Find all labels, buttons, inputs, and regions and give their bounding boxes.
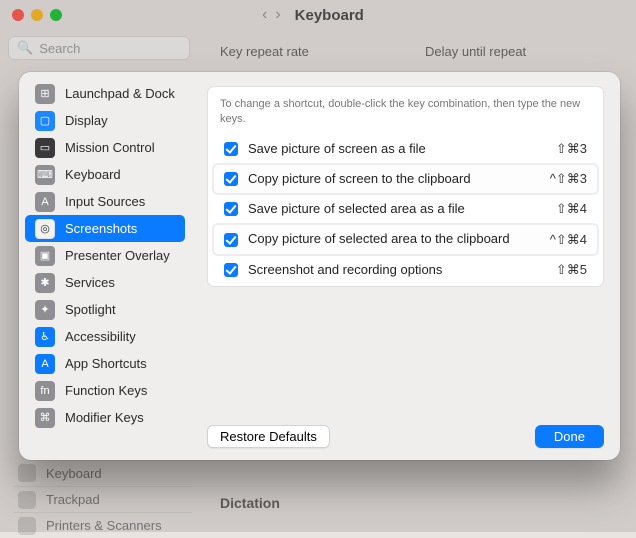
done-button[interactable]: Done	[535, 425, 604, 448]
sidebar-icon: ◎	[35, 219, 55, 239]
sidebar-item-label: Modifier Keys	[65, 410, 144, 425]
sidebar-item-spotlight[interactable]: ✦ Spotlight	[25, 296, 185, 323]
sidebar-icon: ⌘	[35, 408, 55, 428]
checkbox[interactable]	[224, 142, 238, 156]
shortcut-label: Copy picture of selected area to the cli…	[248, 231, 540, 247]
shortcut-keys[interactable]: ^⇧⌘3	[550, 171, 587, 187]
sidebar-item-function-keys[interactable]: fn Function Keys	[25, 377, 185, 404]
shortcut-keys[interactable]: ⇧⌘4	[556, 201, 587, 217]
shortcut-label: Screenshot and recording options	[248, 262, 546, 278]
shortcut-label: Copy picture of screen to the clipboard	[248, 171, 540, 187]
sidebar-icon: ▭	[35, 138, 55, 158]
shortcuts-sheet: ⊞ Launchpad & Dock ▢ Display ▭ Mission Contro…	[19, 72, 620, 460]
sidebar-icon: ♿︎	[35, 327, 55, 347]
sidebar-icon: ▢	[35, 111, 55, 131]
sidebar-item-screenshots[interactable]: ◎ Screenshots	[25, 215, 185, 242]
sidebar-item-label: Services	[65, 275, 115, 290]
sidebar-item-label: Input Sources	[65, 194, 145, 209]
sidebar-item-label: Mission Control	[65, 140, 155, 155]
shortcuts-sidebar: ⊞ Launchpad & Dock ▢ Display ▭ Mission Contro…	[19, 72, 191, 460]
sidebar-icon: ✱	[35, 273, 55, 293]
checkbox[interactable]	[224, 202, 238, 216]
sidebar-item-input-sources[interactable]: A Input Sources	[25, 188, 185, 215]
sidebar-item-label: Presenter Overlay	[65, 248, 170, 263]
sidebar-item-label: App Shortcuts	[65, 356, 147, 371]
sidebar-icon: ⊞	[35, 84, 55, 104]
shortcut-keys[interactable]: ⇧⌘3	[556, 141, 587, 157]
sidebar-item-display[interactable]: ▢ Display	[25, 107, 185, 134]
sidebar-item-label: Launchpad & Dock	[65, 86, 175, 101]
shortcut-keys[interactable]: ⇧⌘5	[556, 262, 587, 278]
sidebar-item-label: Spotlight	[65, 302, 116, 317]
sidebar-item-mission-control[interactable]: ▭ Mission Control	[25, 134, 185, 161]
checkbox[interactable]	[224, 172, 238, 186]
shortcut-label: Save picture of screen as a file	[248, 141, 546, 157]
sidebar-item-services[interactable]: ✱ Services	[25, 269, 185, 296]
sidebar-item-presenter-overlay[interactable]: ▣ Presenter Overlay	[25, 242, 185, 269]
sidebar-item-label: Accessibility	[65, 329, 136, 344]
shortcut-row[interactable]: Screenshot and recording options ⇧⌘5	[220, 256, 591, 284]
checkbox[interactable]	[224, 233, 238, 247]
shortcut-row[interactable]: Save picture of screen as a file ⇧⌘3	[220, 135, 591, 163]
sidebar-item-label: Keyboard	[65, 167, 121, 182]
sidebar-icon: A	[35, 192, 55, 212]
sidebar-item-label: Screenshots	[65, 221, 137, 236]
sidebar-item-label: Display	[65, 113, 108, 128]
sidebar-item-accessibility[interactable]: ♿︎ Accessibility	[25, 323, 185, 350]
sidebar-item-modifier-keys[interactable]: ⌘ Modifier Keys	[25, 404, 185, 431]
shortcuts-panel: To change a shortcut, double-click the k…	[207, 86, 604, 287]
sidebar-icon: ⌨	[35, 165, 55, 185]
sidebar-item-app-shortcuts[interactable]: A App Shortcuts	[25, 350, 185, 377]
sidebar-item-launchpad-dock[interactable]: ⊞ Launchpad & Dock	[25, 80, 185, 107]
shortcut-keys[interactable]: ^⇧⌘4	[550, 232, 587, 248]
shortcut-row[interactable]: Copy picture of selected area to the cli…	[214, 225, 597, 253]
shortcut-label: Save picture of selected area as a file	[248, 201, 546, 217]
sidebar-icon: A	[35, 354, 55, 374]
sidebar-icon: ▣	[35, 246, 55, 266]
sidebar-item-keyboard[interactable]: ⌨ Keyboard	[25, 161, 185, 188]
checkbox[interactable]	[224, 263, 238, 277]
shortcut-row[interactable]: Save picture of selected area as a file ⇧…	[220, 195, 591, 223]
sidebar-icon: ✦	[35, 300, 55, 320]
sidebar-item-label: Function Keys	[65, 383, 147, 398]
panel-note: To change a shortcut, double-click the k…	[220, 97, 591, 127]
shortcut-row[interactable]: Copy picture of screen to the clipboard ^…	[214, 165, 597, 193]
sidebar-icon: fn	[35, 381, 55, 401]
restore-defaults-button[interactable]: Restore Defaults	[207, 425, 330, 448]
